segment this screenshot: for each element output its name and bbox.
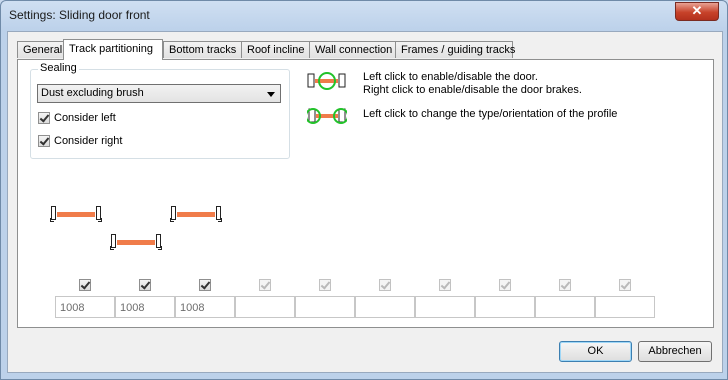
tab-general[interactable]: General (17, 41, 64, 58)
door-toggle-hint-icon (307, 72, 346, 90)
door-3[interactable] (170, 206, 222, 222)
tab-wall-connection[interactable]: Wall connection (309, 41, 396, 58)
tab-bottom-tracks[interactable]: Bottom tracks (163, 41, 242, 58)
dialog-client: General Track partitioning Bottom tracks… (7, 31, 723, 373)
door-6-width-field[interactable] (355, 296, 415, 318)
consider-right-checkbox[interactable] (38, 135, 50, 147)
close-button[interactable]: ✕ (675, 2, 719, 21)
door-3-width-field[interactable]: 1008 (175, 296, 235, 318)
profile-type-hint-icon (307, 108, 347, 124)
door-profile-left[interactable] (50, 206, 56, 222)
door-8-width-field[interactable] (475, 296, 535, 318)
window-title: Settings: Sliding door front (9, 8, 150, 22)
help-line-3: Left click to change the type/orientatio… (363, 108, 618, 120)
door-10-checkbox (619, 279, 631, 291)
close-icon: ✕ (691, 3, 703, 18)
door-5-width-field[interactable] (295, 296, 355, 318)
sealing-label: Sealing (38, 62, 79, 74)
door-2[interactable] (110, 234, 162, 250)
door-10-width-field[interactable] (595, 296, 655, 318)
door-1-width-field[interactable]: 1008 (55, 296, 115, 318)
door-1-checkbox[interactable] (79, 279, 91, 291)
help-line-2: Right click to enable/disable the door b… (363, 84, 582, 96)
door-9-width-field[interactable] (535, 296, 595, 318)
sealing-group: Sealing Dust excluding brush Consider le… (30, 62, 290, 159)
door-3-checkbox[interactable] (199, 279, 211, 291)
door-panel (57, 212, 95, 217)
door-profile-right[interactable] (216, 206, 222, 222)
settings-window: Settings: Sliding door front ✕ General T… (0, 0, 728, 380)
consider-left-label: Consider left (54, 112, 116, 124)
sealing-selected-value: Dust excluding brush (41, 87, 144, 99)
door-9-checkbox (559, 279, 571, 291)
door-6-checkbox (379, 279, 391, 291)
chevron-down-icon (267, 92, 275, 97)
door-7-width-field[interactable] (415, 296, 475, 318)
help-text-enable: Left click to enable/disable the door. R… (363, 71, 582, 97)
door-profile-left[interactable] (170, 206, 176, 222)
door-4-checkbox (259, 279, 271, 291)
consider-right-label: Consider right (54, 135, 123, 147)
cancel-button[interactable]: Abbrechen (638, 341, 712, 362)
door-profile-left[interactable] (110, 234, 116, 250)
tab-track-partitioning[interactable]: Track partitioning (63, 39, 163, 60)
door-5-checkbox (319, 279, 331, 291)
door-2-checkbox[interactable] (139, 279, 151, 291)
title-bar[interactable]: Settings: Sliding door front ✕ (1, 1, 727, 29)
door-8-checkbox (499, 279, 511, 291)
help-line-1: Left click to enable/disable the door. (363, 71, 538, 83)
ok-button[interactable]: OK (559, 341, 632, 362)
tab-frames-guiding-tracks[interactable]: Frames / guiding tracks (395, 41, 515, 58)
track-partitioning-panel: Sealing Dust excluding brush Consider le… (17, 59, 714, 328)
sealing-dropdown[interactable]: Dust excluding brush (37, 84, 281, 103)
tab-roof-incline[interactable]: Roof incline (241, 41, 310, 58)
door-profile-right[interactable] (156, 234, 162, 250)
door-1[interactable] (50, 206, 102, 222)
door-panel (177, 212, 215, 217)
door-panel (117, 240, 155, 245)
door-profile-right[interactable] (96, 206, 102, 222)
consider-left-checkbox[interactable] (38, 112, 50, 124)
door-7-checkbox (439, 279, 451, 291)
door-2-width-field[interactable]: 1008 (115, 296, 175, 318)
door-4-width-field[interactable] (235, 296, 295, 318)
